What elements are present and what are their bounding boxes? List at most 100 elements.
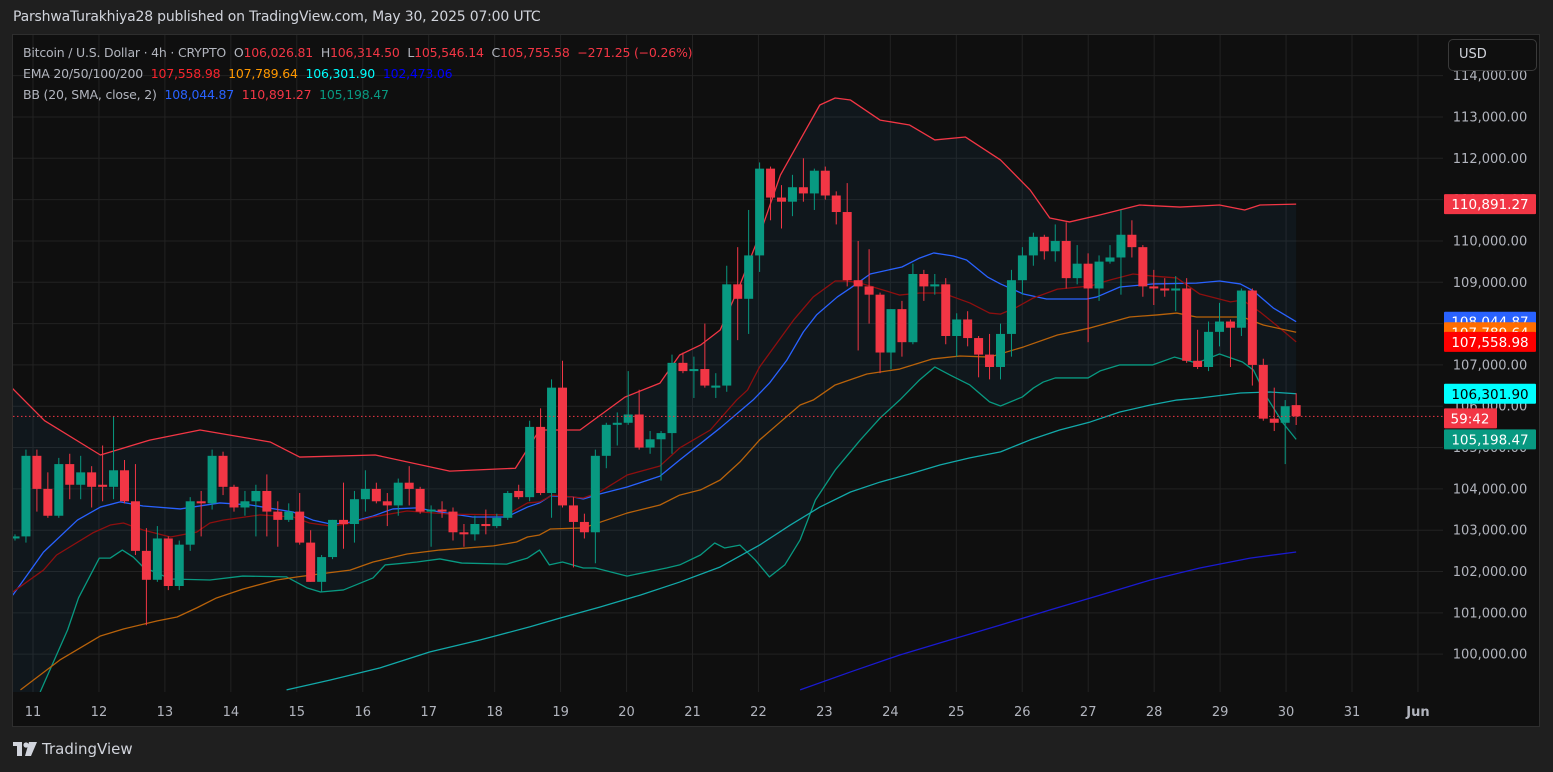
price-tick-label: 112,000.00 [1453,152,1527,167]
candle-body [382,501,392,506]
bb-lower-value: 105,198.47 [319,87,389,102]
candle-body [1171,288,1181,291]
symbol-label[interactable]: Bitcoin / U.S. Dollar · 4h · CRYPTO [23,45,226,60]
candle-body [886,309,896,353]
candle-body [612,422,622,425]
time-tick-label: 27 [1080,705,1097,720]
candle-body [919,274,929,287]
candle-body [1258,364,1268,419]
candle [503,490,513,520]
candle-body [579,521,589,533]
bb-label: BB (20, SMA, close, 2) [23,87,157,102]
candle-body [864,286,874,295]
candle-body [656,433,666,440]
ema20-value: 107,558.98 [150,66,221,81]
candle-body [1017,255,1027,281]
candle-body [251,490,261,502]
candle-body [54,464,64,516]
time-axis[interactable]: 11 12 13 14 15 16 17 18 19 20 21 22 23 24 25 26 27 28 29 30… [25,705,1430,720]
candle-body [1160,288,1170,291]
legend-symbol-row: Bitcoin / U.S. Dollar · 4h · CRYPTO O106… [23,45,696,60]
price-badge-label: 105,198.47 [1451,432,1528,448]
countdown-label: 59:42 [1451,411,1490,427]
legend-ema-row[interactable]: EMA 20/50/100/200 107,558.98 107,789.64 … [23,66,456,81]
candle [21,449,31,543]
candle-body [426,509,436,512]
legend-bb-row[interactable]: BB (20, SMA, close, 2) 108,044.87 110,89… [23,87,393,102]
price-tick-label: 109,000.00 [1453,276,1527,291]
candle-body [941,284,951,336]
candle-body [437,509,447,512]
time-tick-label: 17 [420,705,437,720]
candle-body [120,470,129,502]
candle-body [284,511,294,520]
change-value: −271.25 (−0.26%) [577,45,693,60]
candle-body [1083,263,1093,289]
candle-body [700,369,710,386]
price-badge-label: 106,301.90 [1451,387,1528,403]
ema200-value: 102,473.06 [382,66,453,81]
candle-body [404,482,414,489]
candle-body [43,488,53,516]
candlestick-chart[interactable]: 114,000.00113,000.00112,000.00111,000.00… [0,0,1553,772]
candle-body [678,362,688,372]
candle-body [974,338,984,355]
candle-body [963,319,973,339]
candle-body [218,455,228,487]
candle-body [1039,236,1049,252]
open-value: 106,026.81 [243,45,314,60]
countdown-badge: 59:42 [1444,408,1497,429]
time-tick-label: 19 [552,705,569,720]
candle [1182,278,1192,363]
price-badge-label: 107,558.98 [1451,335,1528,351]
price-axis[interactable]: 114,000.00113,000.00112,000.00111,000.00… [1453,69,1527,663]
time-tick-label: 11 [25,705,42,720]
candle-body [481,524,491,527]
candle-body [196,501,206,504]
time-tick-label: 16 [354,705,371,720]
candle-body [1028,236,1038,256]
time-tick-label: 29 [1212,705,1229,720]
candle-body [601,424,611,456]
candle-body [1149,286,1159,289]
candle-body [130,501,140,551]
candle-body [1138,247,1148,287]
candle-body [415,488,425,512]
candle-body [547,387,557,494]
candle-body [98,484,108,487]
time-tick-label: 31 [1344,705,1361,720]
candle-body [809,170,819,194]
candle-body [295,511,305,543]
time-tick-label: 22 [750,705,767,720]
time-tick-label: 24 [882,705,899,720]
time-tick-label: 14 [223,705,240,720]
candle [328,519,338,560]
price-tick-label: 100,000.00 [1453,648,1527,663]
bb-upper-value: 110,891.27 [241,87,312,102]
candle [941,278,951,345]
candle-body [459,532,469,535]
time-tick-label: Jun [1405,705,1429,720]
candle-body [1215,321,1224,332]
candle [1280,400,1290,465]
candle-body [185,501,195,545]
candle-body [339,519,348,525]
price-tick-label: 102,000.00 [1453,565,1527,580]
tradingview-brand[interactable]: TradingView [42,740,133,758]
ema50-value: 107,789.64 [228,66,298,81]
time-tick-label: 23 [816,705,833,720]
candle [722,265,732,392]
candle-body [733,284,743,299]
time-tick-label: 18 [486,705,503,720]
candle-body [317,557,327,582]
candle-body [174,544,184,586]
candle-body [492,517,502,527]
currency-button[interactable]: USD [1448,39,1537,71]
candle-body [371,488,381,502]
candle-body [777,197,786,202]
candle-body [1225,321,1235,328]
price-badge: 105,198.47 [1444,429,1536,450]
candle-body [831,195,841,213]
candle [558,360,567,508]
candle-body [1094,261,1104,289]
